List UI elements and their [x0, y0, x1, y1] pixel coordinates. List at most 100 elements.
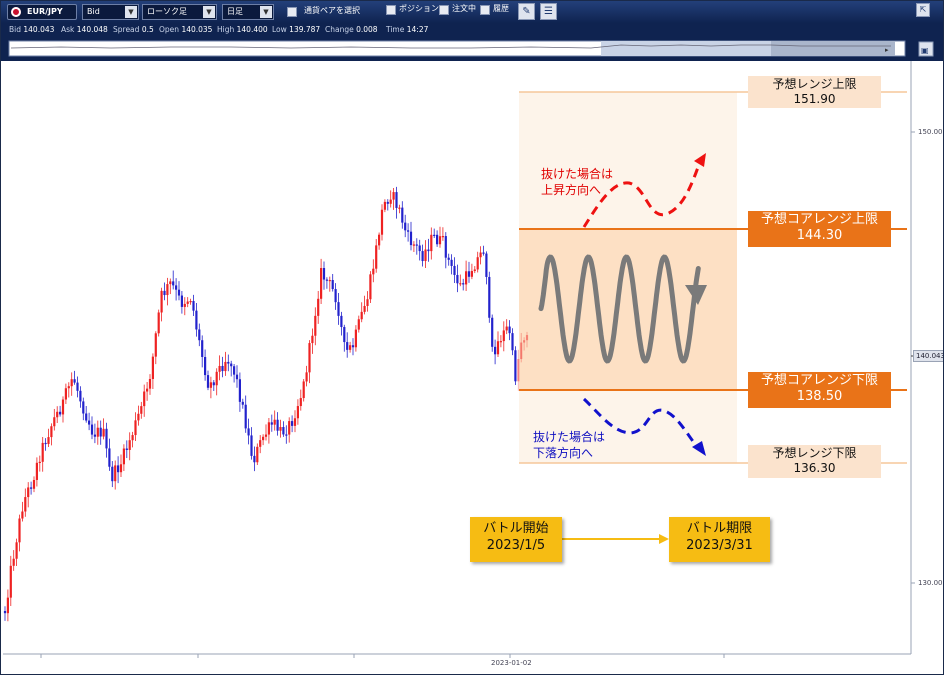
chart-type-select[interactable]: ローソク足 ▼: [142, 4, 217, 20]
candle-body: [296, 406, 299, 419]
candle-body: [496, 341, 500, 355]
candle-body: [183, 303, 186, 307]
candle-body: [148, 379, 152, 389]
candle-body: [27, 487, 30, 498]
candle-body: [102, 428, 105, 437]
candle-body: [30, 487, 33, 489]
candle-body: [117, 465, 120, 473]
candle-body: [441, 236, 444, 238]
candle-body: [520, 342, 523, 360]
candle-body: [389, 199, 392, 204]
time-value: 14:27: [406, 25, 429, 34]
candle-body: [209, 382, 212, 388]
period-select[interactable]: 日足 ▼: [222, 4, 274, 20]
candle-body: [433, 234, 436, 237]
candle-body: [467, 271, 471, 277]
candle-body: [18, 518, 21, 543]
collapse-icon[interactable]: ⇱: [916, 3, 930, 17]
candle-body: [125, 448, 128, 450]
navigator-bar[interactable]: ▸ ▣: [1, 37, 943, 61]
core-lower-callout: 予想コアレンジ下限 138.50: [748, 372, 891, 408]
range-upper-callout: 予想レンジ上限 151.90: [748, 76, 881, 108]
breakout-down-line1: 抜けた場合は: [533, 430, 606, 444]
position-checkbox[interactable]: [386, 5, 396, 15]
candle-body: [462, 283, 465, 285]
candle-body: [525, 335, 529, 341]
candle-body: [61, 399, 65, 415]
breakout-up-line2: 上昇方向へ: [541, 183, 602, 197]
candle-body: [276, 419, 279, 431]
candle-body: [514, 350, 517, 382]
candle-body: [343, 327, 346, 343]
candle-body: [407, 230, 410, 232]
candle-body: [67, 386, 70, 389]
candle-body: [238, 379, 241, 402]
draw-tool-icon[interactable]: ✎: [518, 3, 535, 20]
range-upper-label: 予想レンジ上限: [772, 77, 857, 91]
candle-body: [90, 424, 94, 435]
candle-body: [215, 371, 218, 386]
svg-text:▸: ▸: [885, 46, 889, 54]
chevron-down-icon: ▼: [125, 6, 137, 18]
candle-body: [351, 345, 355, 348]
navigator-window[interactable]: [601, 41, 771, 56]
candle-body: [392, 192, 395, 200]
candle-body: [15, 542, 18, 559]
candle-body: [12, 558, 15, 566]
candle-body: [418, 245, 421, 252]
price-type-select[interactable]: Bid ▼: [82, 4, 139, 20]
candle-body: [227, 361, 230, 364]
candle-body: [140, 406, 143, 414]
candle-body: [195, 310, 198, 330]
candle-body: [395, 192, 398, 208]
candle-body: [111, 466, 114, 482]
spread-label: Spread: [113, 25, 140, 34]
candle-body: [137, 413, 140, 421]
candle-body: [317, 298, 320, 316]
candle-body: [247, 428, 250, 436]
candle-body: [93, 434, 96, 437]
candle-body: [241, 401, 244, 405]
candle-body: [235, 374, 239, 380]
candle-body: [122, 448, 125, 465]
candle-body: [198, 329, 201, 341]
candle-body: [473, 269, 476, 272]
current-price-tag: 140.043: [913, 350, 943, 362]
candle-body: [456, 274, 459, 284]
pair-selector[interactable]: EUR/JPY: [7, 4, 77, 20]
candle-body: [438, 236, 442, 245]
settings-icon[interactable]: ☰: [540, 3, 557, 20]
high-value: 140.400: [236, 25, 268, 34]
history-checkbox[interactable]: [480, 5, 490, 15]
candle-body: [79, 390, 82, 402]
candle-body: [380, 209, 384, 235]
candle-body: [412, 244, 415, 246]
pair-label: EUR/JPY: [27, 7, 63, 16]
chevron-down-icon: ▼: [203, 6, 215, 18]
x-tick-date: 2023-01-02: [491, 659, 532, 667]
candle-body: [59, 411, 62, 415]
candle-body: [499, 341, 502, 343]
low-label: Low: [272, 25, 287, 34]
order-checkbox[interactable]: [439, 5, 449, 15]
candle-body: [221, 365, 224, 372]
candle-body: [505, 326, 508, 331]
candle-body: [128, 440, 131, 450]
chart-window: EUR/JPY Bid ▼ ローソク足 ▼ 日足 ▼ 通貨ペアを選択 ポジション…: [0, 0, 944, 675]
candle-body: [114, 465, 117, 482]
candle-body: [311, 335, 314, 344]
candle-body: [459, 283, 462, 285]
candle-body: [375, 245, 378, 269]
candle-body: [105, 428, 108, 449]
candle-body: [447, 257, 450, 260]
chevron-down-icon: ▼: [260, 6, 272, 18]
history-label: 履歴: [493, 4, 509, 13]
candle-body: [180, 295, 183, 307]
select-pair-checkbox[interactable]: [287, 7, 297, 17]
candle-body: [476, 257, 479, 270]
plot-area: [3, 61, 911, 654]
bid-label: Bid: [9, 25, 21, 34]
candle-body: [85, 413, 88, 421]
change-label: Change: [325, 25, 354, 34]
battle-start-label: バトル開始: [483, 521, 549, 536]
